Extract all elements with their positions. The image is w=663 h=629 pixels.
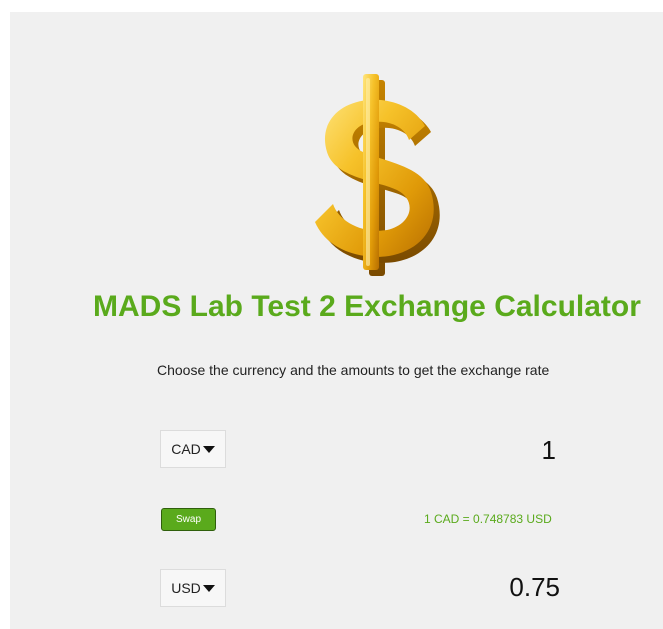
dollar-sign-icon [315, 74, 440, 276]
to-currency-select[interactable]: USD [160, 569, 226, 607]
page-title: MADS Lab Test 2 Exchange Calculator [93, 290, 641, 323]
to-amount-field[interactable]: 0.75 [480, 572, 560, 603]
calculator-panel: MADS Lab Test 2 Exchange Calculator Choo… [10, 12, 663, 629]
chevron-down-icon [202, 585, 215, 592]
from-currency-label: CAD [171, 441, 201, 457]
from-currency-select[interactable]: CAD [160, 430, 226, 468]
to-currency-label: USD [171, 580, 201, 596]
exchange-rate-text: 1 CAD = 0.748783 USD [424, 512, 552, 526]
swap-button[interactable]: Swap [161, 508, 216, 531]
from-amount-field[interactable]: 1 [490, 435, 556, 466]
page-subtitle: Choose the currency and the amounts to g… [157, 362, 550, 378]
chevron-down-icon [202, 446, 215, 453]
